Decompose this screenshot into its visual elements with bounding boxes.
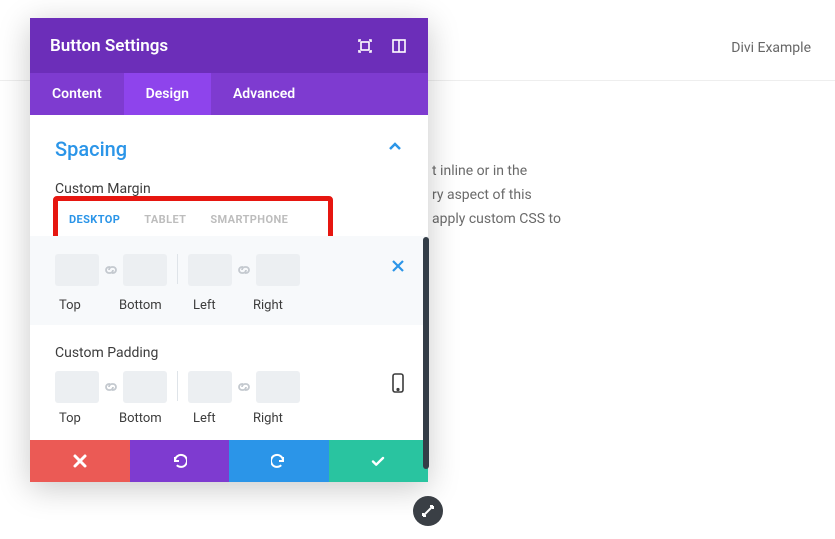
custom-padding-label: Custom Padding <box>55 345 403 361</box>
link-icon[interactable] <box>234 260 254 280</box>
device-icon[interactable] <box>391 373 405 397</box>
expand-icon[interactable] <box>356 37 374 55</box>
modal-title: Button Settings <box>50 36 340 56</box>
margin-side-labels: Top Bottom Left Right <box>55 292 301 313</box>
panel-split-icon[interactable] <box>390 37 408 55</box>
padding-side-labels: Top Bottom Left Right <box>55 403 403 426</box>
modal-tabs: Content Design Advanced <box>30 73 428 115</box>
link-icon[interactable] <box>234 377 254 397</box>
bg-text-line: t inline or in the <box>432 160 561 184</box>
padding-bottom-input[interactable] <box>123 371 167 403</box>
close-icon[interactable] <box>390 258 406 278</box>
link-icon[interactable] <box>101 260 121 280</box>
pair-separator <box>177 371 178 401</box>
label-right: Right <box>253 298 301 313</box>
label-bottom: Bottom <box>119 411 183 426</box>
device-tabs: DESKTOP TABLET SMARTPHONE <box>55 201 403 236</box>
undo-button[interactable] <box>130 440 230 482</box>
margin-bottom-input[interactable] <box>123 254 167 286</box>
save-button[interactable] <box>329 440 429 482</box>
label-top: Top <box>59 298 119 313</box>
margin-right-input[interactable] <box>256 254 300 286</box>
modal-header: Button Settings <box>30 18 428 73</box>
bg-text-line: apply custom CSS to <box>432 208 561 232</box>
label-top: Top <box>59 411 119 426</box>
label-bottom: Bottom <box>119 298 183 313</box>
label-right: Right <box>253 411 301 426</box>
redo-button[interactable] <box>229 440 329 482</box>
margin-inputs-row <box>30 236 428 298</box>
device-tab-smartphone[interactable]: SMARTPHONE <box>210 213 288 226</box>
settings-modal: Button Settings Content Design Advanced … <box>30 18 428 482</box>
label-left: Left <box>193 298 253 313</box>
margin-top-input[interactable] <box>55 254 99 286</box>
device-tab-tablet[interactable]: TABLET <box>144 213 186 226</box>
tab-content[interactable]: Content <box>30 73 124 115</box>
modal-body: Spacing Custom Margin DESKTOP TABLET SMA… <box>30 115 428 440</box>
pair-separator <box>177 254 178 284</box>
link-icon[interactable] <box>101 377 121 397</box>
padding-top-input[interactable] <box>55 371 99 403</box>
chevron-up-icon[interactable] <box>387 139 403 159</box>
cancel-button[interactable] <box>30 440 130 482</box>
custom-margin-label: Custom Margin <box>55 181 403 197</box>
bg-text-line: ry aspect of this <box>432 184 561 208</box>
section-header: Spacing <box>55 137 403 161</box>
scrollbar-thumb[interactable] <box>423 237 429 469</box>
modal-footer <box>30 440 428 482</box>
brand-link[interactable]: Divi Example <box>731 40 811 56</box>
margin-left-input[interactable] <box>188 254 232 286</box>
tab-advanced[interactable]: Advanced <box>211 73 317 115</box>
padding-right-input[interactable] <box>256 371 300 403</box>
resize-handle-icon[interactable] <box>413 496 443 526</box>
section-title-spacing[interactable]: Spacing <box>55 137 127 161</box>
label-left: Left <box>193 411 253 426</box>
tab-design[interactable]: Design <box>124 73 211 115</box>
device-tab-desktop[interactable]: DESKTOP <box>69 213 120 226</box>
padding-left-input[interactable] <box>188 371 232 403</box>
background-text: t inline or in the ry aspect of this app… <box>432 160 561 231</box>
